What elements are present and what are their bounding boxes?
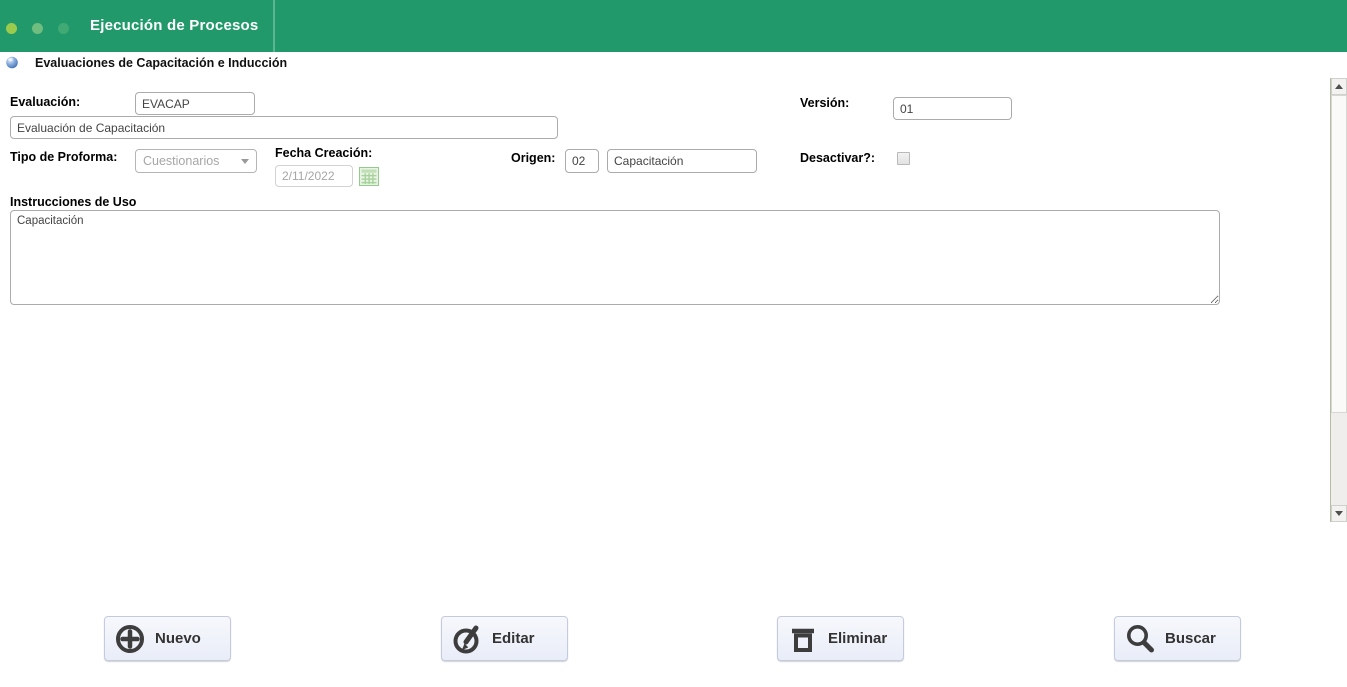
scroll-down-button[interactable] <box>1331 505 1347 522</box>
buscar-button[interactable]: Buscar <box>1114 616 1241 661</box>
app-window: Ejecución de Procesos Evaluaciones de Ca… <box>0 0 1347 687</box>
page-title: Evaluaciones de Capacitación e Inducción <box>35 56 288 70</box>
instrucciones-label: Instrucciones de Uso <box>10 195 137 209</box>
origen-description-input[interactable] <box>607 149 757 173</box>
trash-icon <box>787 623 819 655</box>
window-dot-2-icon[interactable] <box>32 23 43 34</box>
app-title: Ejecución de Procesos <box>90 17 259 34</box>
eliminar-button[interactable]: Eliminar <box>777 616 904 661</box>
tipo-proforma-value: Cuestionarios <box>143 154 220 168</box>
version-input[interactable] <box>893 97 1012 120</box>
chevron-down-icon <box>241 158 249 164</box>
plus-circle-icon <box>114 623 146 655</box>
header-bar: Ejecución de Procesos <box>0 0 1347 52</box>
vertical-scrollbar <box>1330 78 1347 522</box>
evaluacion-label: Evaluación: <box>10 95 81 109</box>
desactivar-label: Desactivar?: <box>800 151 876 165</box>
editar-button[interactable]: Editar <box>441 616 568 661</box>
instrucciones-textarea[interactable]: Capacitación <box>10 210 1220 305</box>
scroll-down-icon <box>1335 511 1343 516</box>
nuevo-button-label: Nuevo <box>155 630 201 647</box>
origen-label: Origen: <box>511 151 556 165</box>
buscar-button-label: Buscar <box>1165 630 1216 647</box>
scroll-up-button[interactable] <box>1331 78 1347 95</box>
scroll-up-icon <box>1335 84 1343 89</box>
header-divider <box>273 0 275 52</box>
nuevo-button[interactable]: Nuevo <box>104 616 231 661</box>
evaluacion-code-input[interactable] <box>135 92 255 115</box>
scrollbar-thumb[interactable] <box>1331 95 1347 413</box>
editar-button-label: Editar <box>492 630 535 647</box>
desactivar-checkbox[interactable] <box>897 152 910 165</box>
tipo-proforma-select: Cuestionarios <box>135 149 257 173</box>
magnifier-icon <box>1124 623 1156 655</box>
calendar-icon[interactable] <box>359 167 379 186</box>
fecha-creacion-label: Fecha Creación: <box>275 146 373 160</box>
fecha-creacion-input <box>275 165 353 187</box>
window-dot-3-icon[interactable] <box>58 23 69 34</box>
eliminar-button-label: Eliminar <box>828 630 888 647</box>
pencil-circle-icon <box>451 623 483 655</box>
evaluacion-description-input[interactable] <box>10 116 558 139</box>
version-label: Versión: <box>800 96 850 110</box>
origen-code-input[interactable] <box>565 149 599 173</box>
tipo-proforma-label: Tipo de Proforma: <box>10 150 118 164</box>
window-dot-1-icon[interactable] <box>6 23 17 34</box>
info-icon <box>5 55 19 69</box>
